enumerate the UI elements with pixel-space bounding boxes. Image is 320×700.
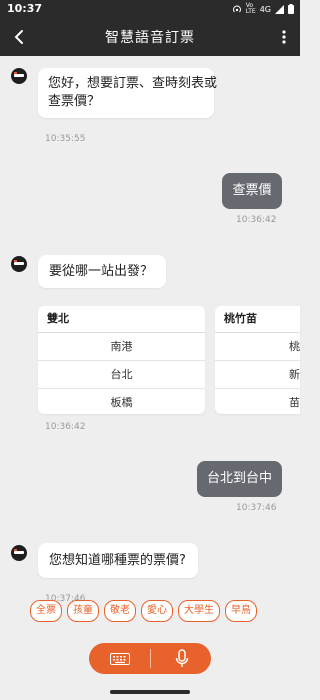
- timestamp: 10:36:42: [236, 215, 277, 225]
- microphone-button[interactable]: [151, 643, 212, 674]
- bot-message-line: 查票價？: [48, 94, 101, 109]
- station-option[interactable]: 新: [215, 361, 300, 389]
- chip-child[interactable]: 孩童: [67, 600, 99, 622]
- bot-message-greeting: 您好，想要訂票、查時刻表或 查票價？: [38, 68, 218, 118]
- station-option[interactable]: 苗: [215, 389, 300, 414]
- timestamp: 10:35:55: [45, 134, 86, 144]
- station-card-taozhumiao: 桃竹苗 桃 新 苗: [215, 306, 300, 414]
- hotspot-icon: [232, 5, 241, 13]
- battery-icon: [288, 4, 294, 14]
- station-card-header: 桃竹苗: [215, 306, 300, 333]
- bot-avatar: [11, 68, 27, 84]
- page-title: 智慧語音訂票: [105, 30, 195, 46]
- more-options-icon[interactable]: [278, 27, 290, 47]
- bot-message-departure: 要從哪一站出發？: [38, 255, 166, 288]
- timestamp: 10:37:46: [236, 503, 277, 513]
- station-option[interactable]: 台北: [38, 361, 205, 389]
- status-icons: Vo LTE 4G: [232, 3, 294, 15]
- network-label: 4G: [259, 4, 271, 14]
- station-option[interactable]: 板橋: [38, 389, 205, 414]
- user-message: 台北到台中: [197, 461, 282, 497]
- chip-senior[interactable]: 敬老: [104, 600, 136, 622]
- station-option[interactable]: 南港: [38, 333, 205, 361]
- user-message: 查票價: [222, 173, 282, 209]
- chip-disabled[interactable]: 愛心: [141, 600, 173, 622]
- chip-student[interactable]: 大學生: [178, 600, 220, 622]
- microphone-icon: [175, 649, 189, 667]
- status-bar: 10:37 Vo LTE 4G: [0, 0, 300, 18]
- timestamp: 10:36:42: [45, 422, 86, 432]
- home-indicator[interactable]: [110, 690, 190, 694]
- bot-avatar: [11, 256, 27, 272]
- signal-icon: [275, 4, 284, 14]
- status-time: 10:37: [7, 2, 43, 15]
- volte-icon: Vo LTE: [245, 2, 256, 15]
- station-card-shuangbei: 雙北 南港 台北 板橋: [38, 306, 205, 414]
- bot-message-ticket-type: 您想知道哪種票的票價?: [38, 543, 198, 578]
- input-bar: [89, 643, 211, 674]
- ticket-type-chips: 全票 孩童 敬老 愛心 大學生 早鳥: [30, 600, 257, 622]
- app-bar: 智慧語音訂票: [0, 18, 300, 56]
- keyboard-icon: [110, 653, 130, 665]
- chip-full-fare[interactable]: 全票: [30, 600, 62, 622]
- chip-early-bird[interactable]: 早鳥: [225, 600, 257, 622]
- station-option[interactable]: 桃: [215, 333, 300, 361]
- bot-avatar: [11, 545, 27, 561]
- bot-message-line: 您好，想要訂票、查時刻表或: [48, 76, 218, 91]
- station-card-header: 雙北: [38, 306, 205, 333]
- keyboard-button[interactable]: [89, 643, 150, 674]
